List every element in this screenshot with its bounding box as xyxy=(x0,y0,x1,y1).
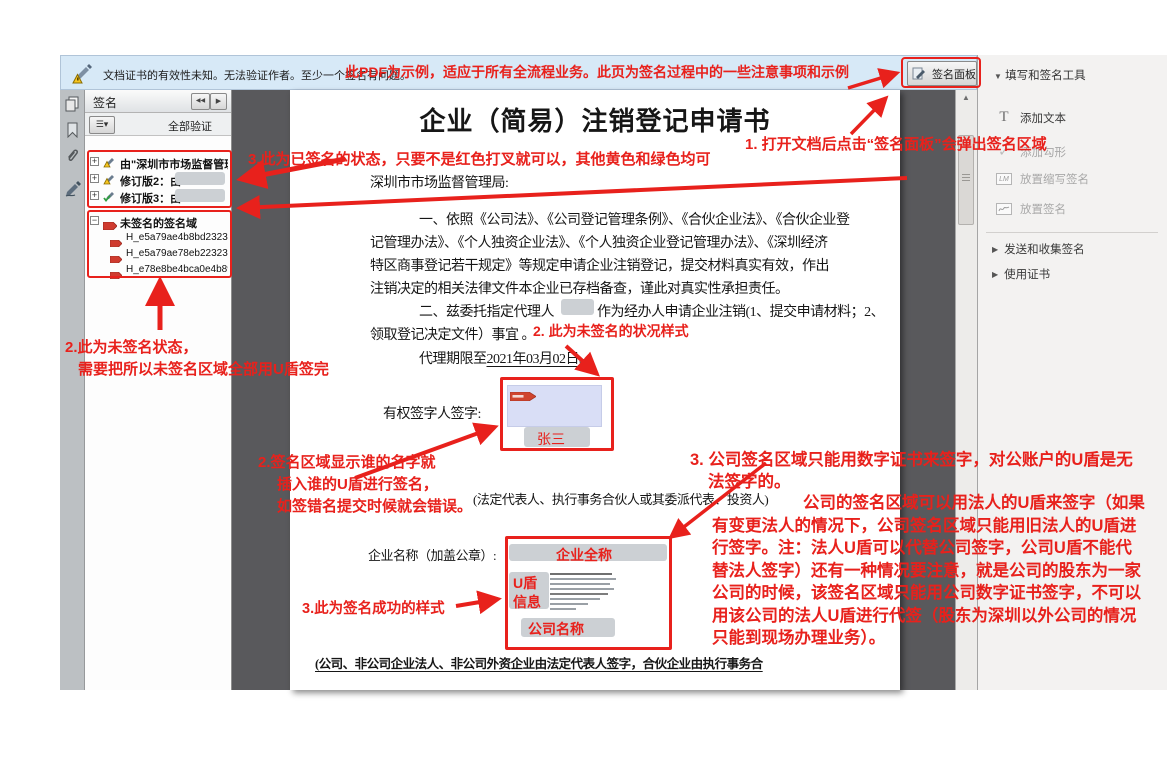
validate-all-button[interactable]: 全部验证 xyxy=(168,118,212,134)
page-thumbnails-icon[interactable] xyxy=(65,96,80,117)
fill-sign-tools-header[interactable]: ▼ 填写和签名工具 xyxy=(994,67,1086,83)
highlight-box-unsigned-field xyxy=(500,377,614,451)
signatures-pane-icon[interactable] xyxy=(64,180,82,202)
annotation-unsigned-status: 需要把所以未签名区域全部用U盾签完 xyxy=(78,358,329,379)
highlight-box-unsigned-items xyxy=(87,210,232,278)
signature-warning-icon xyxy=(69,61,95,90)
annotation-unsigned-style: 2. 此为未签名的状况样式 xyxy=(533,321,689,341)
agency-deadline-line: 代理期限至2021年03月02日。 xyxy=(419,348,593,368)
place-initials-label: 放置缩写签名 xyxy=(1020,171,1089,187)
annotation-name-match: 插入谁的U盾进行签名， xyxy=(277,473,438,494)
signature-panel-titlebar: 签名 ◀◀ ▶ xyxy=(85,90,231,113)
place-initials-tool[interactable]: LM 放置缩写签名 xyxy=(996,171,1089,187)
agency-date: 2021年03月02日 xyxy=(487,352,580,367)
annotation-company-note: 只能到现场办理业务）。 xyxy=(712,624,885,648)
annotation-company-note: 有变更法人的情况下，公司签名区域只能用旧法人的U盾进 xyxy=(712,512,1136,536)
annotation-company-note: 3. 公司签名区域只能用数字证书来签字，对公账户的U盾是无 xyxy=(690,446,1133,470)
signature-panel-toolbar: ☰▾ 全部验证 xyxy=(85,113,231,136)
signer-label: 有权签字人签字: xyxy=(383,403,481,423)
annotation-open-panel: 1. 打开文档后点击“签名面板”会弹出签名区域 xyxy=(745,133,1047,154)
fill-sign-tools-header-label: 填写和签名工具 xyxy=(1005,70,1086,82)
annotation-company-note: 法签字的。 xyxy=(708,468,791,492)
highlight-box-signed-items xyxy=(87,150,232,208)
paragraph-line: 记管理办法》、《个人独资企业法》、《个人独资企业登记管理办法》、《深圳经济 xyxy=(370,232,828,252)
annotation-company-note: 用该公司的法人U盾进行代签（股东为深圳以外公司的情况 xyxy=(712,602,1136,626)
place-signature-label: 放置签名 xyxy=(1020,201,1066,217)
chevron-down-icon: ▼ xyxy=(994,72,1002,81)
redacted-agent-name xyxy=(561,299,594,315)
annotation-signed-status: 3.此为已签名的状态，只要不是红色打叉就可以，其他黄色和绿色均可 xyxy=(248,148,711,169)
agency-suffix: 。 xyxy=(579,352,593,367)
panel-collapse-button[interactable]: ◀◀ xyxy=(191,93,210,110)
paragraph-line: 领取登记决定文件）事宜 。 xyxy=(370,324,535,344)
highlight-box-signed-seal xyxy=(505,536,672,650)
annotation-name-match: 如签错名提交时候就会错误。 xyxy=(277,495,472,516)
chevron-right-icon: ▶ xyxy=(992,245,998,254)
annotation-name-match: 2.签名区域显示谁的名字就 xyxy=(258,451,436,472)
agency-prefix: 代理期限至 xyxy=(419,352,487,367)
paragraph-line: 一、依照《公司法》、《公司登记管理条例》、《合伙企业法》、《合伙企业登 xyxy=(419,209,850,229)
document-footer: (公司、非公司企业法人、非公司外资企业由法定代表人签字，合伙企业由执行事务合 xyxy=(315,653,763,672)
annotation-success-style: 3.此为签名成功的样式 xyxy=(302,597,445,618)
navigation-pane-strip xyxy=(60,90,85,690)
send-collect-label: 发送和收集签名 xyxy=(1004,241,1085,257)
scroll-up-icon[interactable]: ▲ xyxy=(962,93,970,102)
bookmarks-icon[interactable] xyxy=(66,122,79,143)
annotation-company-note: 公司的时候，该签名区域只能用公司数字证书签字，不可以 xyxy=(712,579,1141,603)
company-name-label: 企业名称（加盖公章）: xyxy=(368,545,496,564)
place-signature-icon xyxy=(996,203,1012,215)
send-collect-signatures-section[interactable]: ▶ 发送和收集签名 xyxy=(992,241,1085,257)
chevron-right-icon: ▶ xyxy=(992,270,998,279)
use-certificates-label: 使用证书 xyxy=(1004,266,1050,282)
paragraph-line: 二、兹委托指定代理人 xyxy=(419,301,554,321)
paragraph-line: 特区商事登记若干规定》等规定申请企业注销登记，提交材料真实有效，作出 xyxy=(370,255,829,275)
work-with-certificates-section[interactable]: ▶ 使用证书 xyxy=(992,266,1050,282)
annotation-company-note: 公司的签名区域可以用法人的U盾来签字（如果 xyxy=(803,489,1145,513)
paragraph-line: 注销决定的相关法律文件本企业已存档备查，谨此对真实性承担责任。 xyxy=(370,278,789,298)
salutation: 深圳市市场监督管理局: xyxy=(370,172,508,192)
panel-expand-button[interactable]: ▶ xyxy=(210,93,227,110)
add-text-tool[interactable]: T 添加文本 xyxy=(996,109,1066,126)
pdf-viewer-window: 文档证书的有效性未知。无法验证作者。至少一个签名有问题。 签名面板 xyxy=(0,0,1167,758)
annotation-unsigned-status: 2.此为未签名状态， xyxy=(65,336,198,357)
annotation-company-note: 行签字。注：法人U盾可以代替公司签字，公司U盾不能代 xyxy=(712,534,1132,558)
attachments-icon[interactable] xyxy=(65,148,81,169)
highlight-box-signature-panel-button xyxy=(901,57,981,88)
add-text-icon: T xyxy=(996,109,1012,126)
place-initials-icon: LM xyxy=(996,173,1012,185)
panel-separator xyxy=(986,232,1158,233)
annotation-company-note: 替法人签字）还有一种情况要注意，就是公司的股东为一家 xyxy=(712,557,1141,581)
paragraph-line: 作为经办人申请企业注销(1、提交申请材料；2、 xyxy=(597,301,884,321)
place-signature-tool[interactable]: 放置签名 xyxy=(996,201,1066,217)
add-text-label: 添加文本 xyxy=(1020,110,1066,126)
annotation-top-note: 此PDF为示例，适应于所有全流程业务。此页为签名过程中的一些注意事项和示例 xyxy=(345,62,849,82)
signature-panel-title: 签名 xyxy=(93,94,117,111)
options-menu-icon[interactable]: ☰▾ xyxy=(89,116,115,134)
